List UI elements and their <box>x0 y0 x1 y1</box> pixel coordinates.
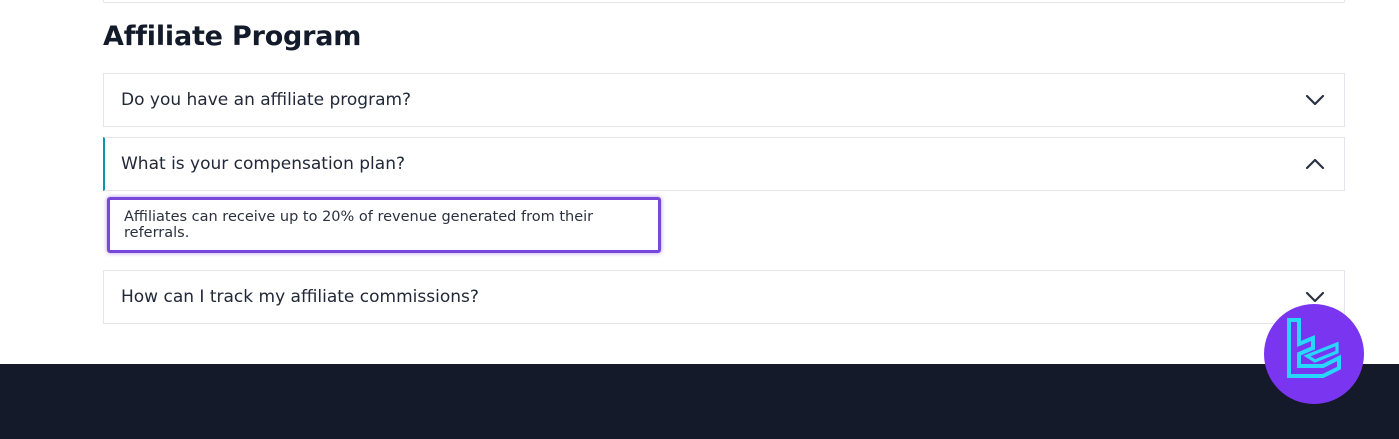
brand-logo-icon[interactable] <box>1264 304 1364 404</box>
previous-card-edge <box>103 0 1345 3</box>
faq-question: What is your compensation plan? <box>121 154 405 174</box>
chevron-up-icon[interactable] <box>1304 153 1326 175</box>
faq-answer-highlighted: Affiliates can receive up to 20% of reve… <box>107 197 661 253</box>
faq-item-track-commissions[interactable]: How can I track my affiliate commissions… <box>103 270 1345 324</box>
faq-item-compensation-plan[interactable]: What is your compensation plan? <box>103 137 1345 191</box>
section-title: Affiliate Program <box>103 21 362 52</box>
faq-question: Do you have an affiliate program? <box>121 90 412 110</box>
page: Affiliate Program Do you have an affilia… <box>0 0 1399 439</box>
footer <box>0 364 1399 439</box>
faq-item-affiliate-program[interactable]: Do you have an affiliate program? <box>103 73 1345 127</box>
chevron-down-icon[interactable] <box>1304 89 1326 111</box>
faq-question: How can I track my affiliate commissions… <box>121 287 479 307</box>
